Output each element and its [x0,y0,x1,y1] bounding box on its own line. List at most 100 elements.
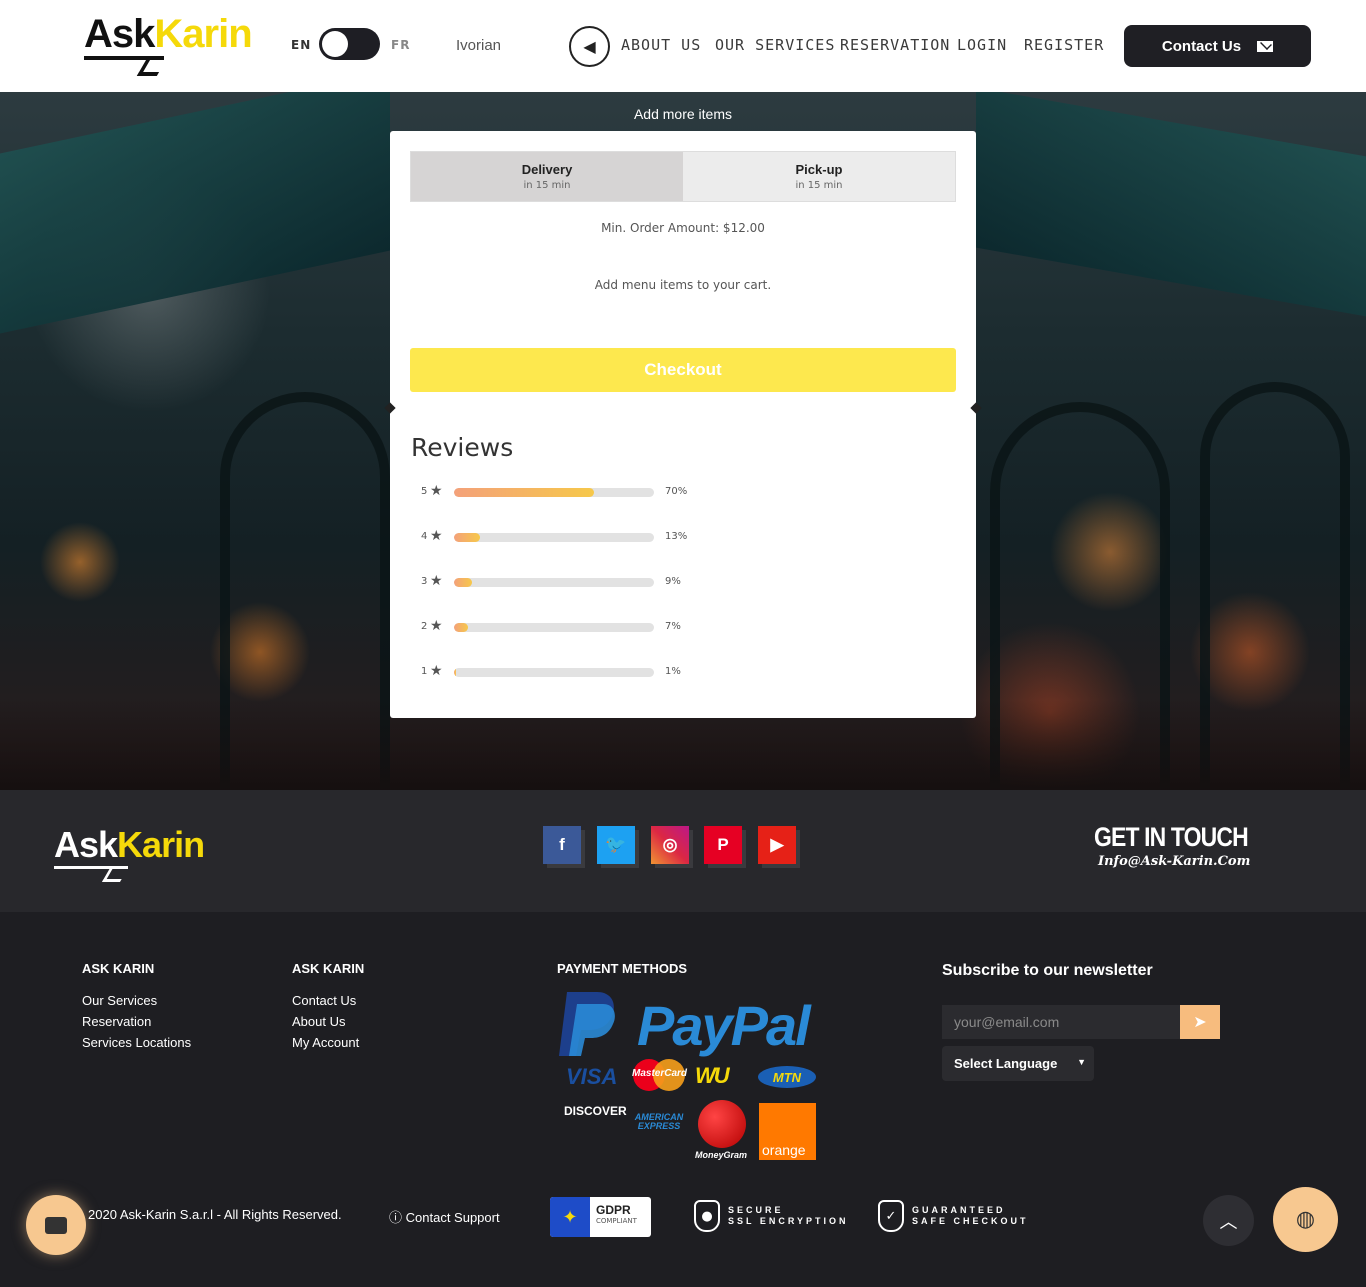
contact-support-label: Contact Support [405,1210,500,1225]
globe-button[interactable]: ◍ [1273,1187,1338,1252]
twitter-icon[interactable]: 🐦 [597,826,635,864]
footer-link-our-services[interactable]: Our Services [82,993,157,1008]
lang-fr-label: FR [391,38,411,52]
newsletter-title: Subscribe to our newsletter [942,962,1153,979]
review-bar-fill [454,623,468,632]
safe-line1: GUARANTEED [912,1205,1006,1215]
contact-email-link[interactable]: Info@Ask-Karin.Com [1098,854,1250,869]
checkout-button[interactable]: Checkout [410,348,956,392]
instagram-icon[interactable]: ◎ [651,826,689,864]
youtube-icon[interactable]: ▶ [758,826,796,864]
amex-logo: AMERICAN EXPRESS [634,1112,684,1131]
footer-link-services-locations[interactable]: Services Locations [82,1035,191,1050]
language-select[interactable]: Select Language ▼ [942,1046,1094,1081]
review-bar-track [454,668,654,677]
ssl-line2: SSL ENCRYPTION [728,1216,849,1226]
footer-logo-ask: Ask [54,824,118,865]
review-percent: 9% [665,576,681,587]
star-icon: ★ [430,618,443,634]
eu-flag-icon: ✦ [550,1197,590,1237]
review-row: 5 ★ 70% [421,483,721,500]
nav-reservation[interactable]: RESERVATION [840,36,950,54]
star-icon: ★ [430,528,443,544]
review-percent: 1% [665,666,681,677]
tab-pickup-sub: in 15 min [795,180,843,191]
tab-pickup-title: Pick-up [795,162,843,177]
add-more-items-link[interactable]: Add more items [390,106,976,122]
star-icon: ★ [430,483,443,499]
star-icon: ★ [430,663,443,679]
site-header: AskKarin EN FR Ivorian ◀ ABOUT US OUR SE… [0,0,1366,92]
toggle-knob [322,31,348,57]
safe-checkout-badge: ✓ GUARANTEED SAFE CHECKOUT [878,1200,1029,1232]
copyright: 2020 Ask-Karin S.a.r.l - All Rights Rese… [88,1207,342,1222]
payment-methods-heading: PAYMENT METHODS [557,961,688,976]
newsletter-email-input[interactable] [942,1005,1180,1039]
ssl-badge: ● SECURE SSL ENCRYPTION [694,1200,849,1232]
empty-cart-message: Add menu items to your cart. [594,278,772,292]
moneygram-globe-icon [698,1100,746,1148]
envelope-icon [1257,40,1274,52]
logo-karin: Karin [154,12,252,56]
contact-us-button[interactable]: Contact Us [1124,25,1311,67]
footer-link-contact-us[interactable]: Contact Us [292,993,356,1008]
review-stars-label: 4 [421,531,428,542]
chat-widget-button[interactable] [26,1195,86,1255]
logo[interactable]: AskKarin [84,10,274,76]
footer-logo[interactable]: AskKarin [54,824,244,882]
footer-col1-heading: ASK KARIN [82,961,155,976]
moneygram-label: MoneyGram [695,1150,748,1160]
gdpr-badge: ✦ GDPR COMPLIANT [550,1197,651,1237]
review-percent: 70% [665,486,688,497]
review-row: 1 ★ 1% [421,663,721,680]
review-stars-label: 3 [421,576,428,587]
nav-our-services[interactable]: OUR SERVICES [715,36,835,54]
region-link[interactable]: Ivorian [456,37,501,54]
nav-login[interactable]: LOGIN [957,36,1007,54]
footer-link-about-us[interactable]: About Us [292,1014,345,1029]
tab-delivery-title: Delivery [521,162,573,177]
footer-col2-heading: ASK KARIN [292,961,365,976]
review-row: 4 ★ 13% [421,528,721,545]
discover-logo: DISCOVER [564,1104,627,1118]
language-toggle[interactable] [319,28,380,60]
mastercard-logo: MasterCard [630,1058,688,1092]
caret-down-icon: ▼ [1077,1057,1086,1067]
mtn-logo: MTN [758,1066,816,1088]
pinterest-icon[interactable]: P [704,826,742,864]
globe-icon: ◍ [1295,1207,1316,1232]
footer-link-reservation[interactable]: Reservation [82,1014,151,1029]
review-percent: 7% [665,621,681,632]
paypal-wordmark: PayPal [637,994,811,1057]
review-row: 3 ★ 9% [421,573,721,590]
chevron-up-icon: ︿ [1219,1211,1238,1233]
nav-register[interactable]: REGISTER [1024,36,1104,54]
order-mode-tabs: Delivery in 15 min Pick-up in 15 min [410,151,956,202]
send-icon[interactable]: ➤ [1180,1005,1220,1039]
review-bar-track [454,488,654,497]
review-stars-label: 2 [421,621,428,632]
min-order-amount: Min. Order Amount: $12.00 [601,221,765,235]
tab-delivery-sub: in 15 min [523,180,571,191]
logo-speech-tail [136,58,168,76]
footer-link-my-account[interactable]: My Account [292,1035,359,1050]
footer-logo-tail [101,868,129,882]
footer-top-band: AskKarin f 🐦 ◎ P ▶ GET IN TOUCH Info@Ask… [0,790,1366,912]
scroll-to-top-button[interactable]: ︿ [1203,1195,1254,1246]
lang-en-label: EN [291,38,312,52]
review-row: 2 ★ 7% [421,618,721,635]
tab-delivery[interactable]: Delivery in 15 min [411,152,683,201]
lock-icon: ● [694,1200,720,1232]
review-percent: 13% [665,531,688,542]
review-bar-fill [454,668,456,677]
facebook-icon[interactable]: f [543,826,581,864]
megaphone-icon[interactable]: ◀ [569,26,610,67]
gdpr-label: GDPR [596,1203,631,1217]
nav-about-us[interactable]: ABOUT US [621,36,701,54]
contact-support-link[interactable]: ⓘ Contact Support [389,1207,500,1226]
shield-check-icon: ✓ [878,1200,904,1232]
review-bar-track [454,578,654,587]
tab-pickup[interactable]: Pick-up in 15 min [683,152,955,201]
chat-icon [45,1216,67,1234]
review-stars-label: 1 [421,666,428,677]
